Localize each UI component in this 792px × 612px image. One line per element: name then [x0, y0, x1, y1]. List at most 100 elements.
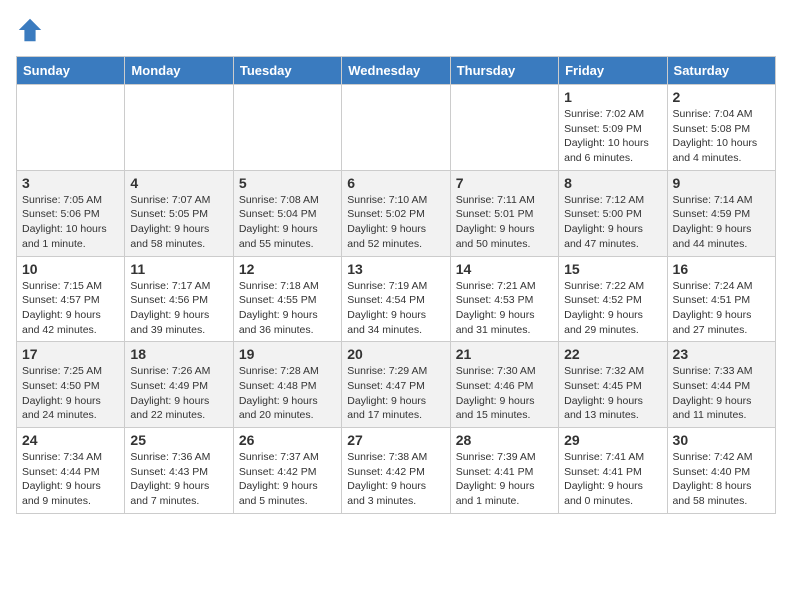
calendar-cell	[450, 85, 558, 171]
day-number: 26	[239, 432, 336, 448]
day-number: 3	[22, 175, 119, 191]
calendar-cell: 26 Sunrise: 7:37 AM Sunset: 4:42 PM Dayli…	[233, 428, 341, 514]
col-header-monday: Monday	[125, 57, 233, 85]
calendar-cell: 19 Sunrise: 7:28 AM Sunset: 4:48 PM Dayli…	[233, 342, 341, 428]
day-number: 7	[456, 175, 553, 191]
day-info: Sunrise: 7:39 AM Sunset: 4:41 PM Dayligh…	[456, 450, 553, 509]
calendar-cell: 13Sunrise: 7:19 AM Sunset: 4:54 PM Dayli…	[342, 256, 450, 342]
day-info: Sunrise: 7:14 AM Sunset: 4:59 PM Dayligh…	[673, 193, 770, 252]
day-number: 15	[564, 261, 661, 277]
calendar-cell: 23 Sunrise: 7:33 AM Sunset: 4:44 PM Dayli…	[667, 342, 775, 428]
calendar-cell: 21 Sunrise: 7:30 AM Sunset: 4:46 PM Dayli…	[450, 342, 558, 428]
day-info: Sunrise: 7:02 AM Sunset: 5:09 PM Dayligh…	[564, 107, 661, 166]
day-number: 20	[347, 346, 444, 362]
day-info: Sunrise: 7:04 AM Sunset: 5:08 PM Dayligh…	[673, 107, 770, 166]
day-info: Sunrise: 7:18 AM Sunset: 4:55 PM Dayligh…	[239, 279, 336, 338]
day-number: 19	[239, 346, 336, 362]
calendar-cell: 2 Sunrise: 7:04 AM Sunset: 5:08 PM Daylig…	[667, 85, 775, 171]
calendar-cell	[17, 85, 125, 171]
calendar-week-1: 1Sunrise: 7:02 AM Sunset: 5:09 PM Daylig…	[17, 85, 776, 171]
calendar-cell: 30 Sunrise: 7:42 AM Sunset: 4:40 PM Dayli…	[667, 428, 775, 514]
calendar-cell: 6 Sunrise: 7:10 AM Sunset: 5:02 PM Daylig…	[342, 170, 450, 256]
day-number: 8	[564, 175, 661, 191]
calendar-cell: 10 Sunrise: 7:15 AM Sunset: 4:57 PM Dayli…	[17, 256, 125, 342]
day-info: Sunrise: 7:21 AM Sunset: 4:53 PM Dayligh…	[456, 279, 553, 338]
day-info: Sunrise: 7:12 AM Sunset: 5:00 PM Dayligh…	[564, 193, 661, 252]
day-number: 23	[673, 346, 770, 362]
day-number: 6	[347, 175, 444, 191]
day-number: 29	[564, 432, 661, 448]
calendar-cell: 15 Sunrise: 7:22 AM Sunset: 4:52 PM Dayli…	[559, 256, 667, 342]
logo-icon	[16, 16, 44, 44]
day-info: Sunrise: 7:07 AM Sunset: 5:05 PM Dayligh…	[130, 193, 227, 252]
day-info: Sunrise: 7:42 AM Sunset: 4:40 PM Dayligh…	[673, 450, 770, 509]
calendar-week-3: 10 Sunrise: 7:15 AM Sunset: 4:57 PM Dayli…	[17, 256, 776, 342]
calendar-cell	[233, 85, 341, 171]
day-number: 11	[130, 261, 227, 277]
day-info: Sunrise: 7:33 AM Sunset: 4:44 PM Dayligh…	[673, 364, 770, 423]
day-info: Sunrise: 7:32 AM Sunset: 4:45 PM Dayligh…	[564, 364, 661, 423]
calendar-cell: 16 Sunrise: 7:24 AM Sunset: 4:51 PM Dayli…	[667, 256, 775, 342]
day-info: Sunrise: 7:26 AM Sunset: 4:49 PM Dayligh…	[130, 364, 227, 423]
col-header-sunday: Sunday	[17, 57, 125, 85]
day-info: Sunrise: 7:17 AM Sunset: 4:56 PM Dayligh…	[130, 279, 227, 338]
calendar-cell: 8 Sunrise: 7:12 AM Sunset: 5:00 PM Daylig…	[559, 170, 667, 256]
day-number: 10	[22, 261, 119, 277]
calendar-cell: 22 Sunrise: 7:32 AM Sunset: 4:45 PM Dayli…	[559, 342, 667, 428]
logo	[16, 16, 48, 44]
calendar-header-row: SundayMondayTuesdayWednesdayThursdayFrid…	[17, 57, 776, 85]
day-number: 16	[673, 261, 770, 277]
day-number: 27	[347, 432, 444, 448]
day-number: 24	[22, 432, 119, 448]
calendar-week-2: 3Sunrise: 7:05 AM Sunset: 5:06 PM Daylig…	[17, 170, 776, 256]
day-number: 9	[673, 175, 770, 191]
calendar-cell: 9 Sunrise: 7:14 AM Sunset: 4:59 PM Daylig…	[667, 170, 775, 256]
day-info: Sunrise: 7:29 AM Sunset: 4:47 PM Dayligh…	[347, 364, 444, 423]
day-info: Sunrise: 7:28 AM Sunset: 4:48 PM Dayligh…	[239, 364, 336, 423]
calendar-cell: 7 Sunrise: 7:11 AM Sunset: 5:01 PM Daylig…	[450, 170, 558, 256]
calendar-cell: 4Sunrise: 7:07 AM Sunset: 5:05 PM Daylig…	[125, 170, 233, 256]
day-number: 28	[456, 432, 553, 448]
col-header-friday: Friday	[559, 57, 667, 85]
calendar-cell: 12Sunrise: 7:18 AM Sunset: 4:55 PM Dayli…	[233, 256, 341, 342]
day-info: Sunrise: 7:25 AM Sunset: 4:50 PM Dayligh…	[22, 364, 119, 423]
calendar-table: SundayMondayTuesdayWednesdayThursdayFrid…	[16, 56, 776, 514]
day-info: Sunrise: 7:24 AM Sunset: 4:51 PM Dayligh…	[673, 279, 770, 338]
calendar-cell	[125, 85, 233, 171]
day-number: 5	[239, 175, 336, 191]
calendar-cell: 20 Sunrise: 7:29 AM Sunset: 4:47 PM Dayli…	[342, 342, 450, 428]
calendar-week-4: 17Sunrise: 7:25 AM Sunset: 4:50 PM Dayli…	[17, 342, 776, 428]
day-info: Sunrise: 7:10 AM Sunset: 5:02 PM Dayligh…	[347, 193, 444, 252]
day-number: 14	[456, 261, 553, 277]
day-info: Sunrise: 7:30 AM Sunset: 4:46 PM Dayligh…	[456, 364, 553, 423]
day-info: Sunrise: 7:38 AM Sunset: 4:42 PM Dayligh…	[347, 450, 444, 509]
col-header-saturday: Saturday	[667, 57, 775, 85]
day-number: 18	[130, 346, 227, 362]
day-info: Sunrise: 7:37 AM Sunset: 4:42 PM Dayligh…	[239, 450, 336, 509]
day-info: Sunrise: 7:22 AM Sunset: 4:52 PM Dayligh…	[564, 279, 661, 338]
calendar-cell: 17Sunrise: 7:25 AM Sunset: 4:50 PM Dayli…	[17, 342, 125, 428]
col-header-tuesday: Tuesday	[233, 57, 341, 85]
calendar-week-5: 24 Sunrise: 7:34 AM Sunset: 4:44 PM Dayli…	[17, 428, 776, 514]
day-info: Sunrise: 7:34 AM Sunset: 4:44 PM Dayligh…	[22, 450, 119, 509]
calendar-cell: 29Sunrise: 7:41 AM Sunset: 4:41 PM Dayli…	[559, 428, 667, 514]
day-info: Sunrise: 7:08 AM Sunset: 5:04 PM Dayligh…	[239, 193, 336, 252]
day-number: 30	[673, 432, 770, 448]
calendar-cell: 18 Sunrise: 7:26 AM Sunset: 4:49 PM Dayli…	[125, 342, 233, 428]
calendar-cell: 28 Sunrise: 7:39 AM Sunset: 4:41 PM Dayli…	[450, 428, 558, 514]
calendar-cell: 14 Sunrise: 7:21 AM Sunset: 4:53 PM Dayli…	[450, 256, 558, 342]
calendar-cell	[342, 85, 450, 171]
calendar-cell: 27 Sunrise: 7:38 AM Sunset: 4:42 PM Dayli…	[342, 428, 450, 514]
calendar-cell: 25 Sunrise: 7:36 AM Sunset: 4:43 PM Dayli…	[125, 428, 233, 514]
day-number: 25	[130, 432, 227, 448]
day-number: 22	[564, 346, 661, 362]
day-info: Sunrise: 7:11 AM Sunset: 5:01 PM Dayligh…	[456, 193, 553, 252]
calendar-cell: 1Sunrise: 7:02 AM Sunset: 5:09 PM Daylig…	[559, 85, 667, 171]
day-number: 21	[456, 346, 553, 362]
day-number: 2	[673, 89, 770, 105]
col-header-thursday: Thursday	[450, 57, 558, 85]
col-header-wednesday: Wednesday	[342, 57, 450, 85]
day-info: Sunrise: 7:36 AM Sunset: 4:43 PM Dayligh…	[130, 450, 227, 509]
calendar-cell: 11 Sunrise: 7:17 AM Sunset: 4:56 PM Dayli…	[125, 256, 233, 342]
day-info: Sunrise: 7:15 AM Sunset: 4:57 PM Dayligh…	[22, 279, 119, 338]
